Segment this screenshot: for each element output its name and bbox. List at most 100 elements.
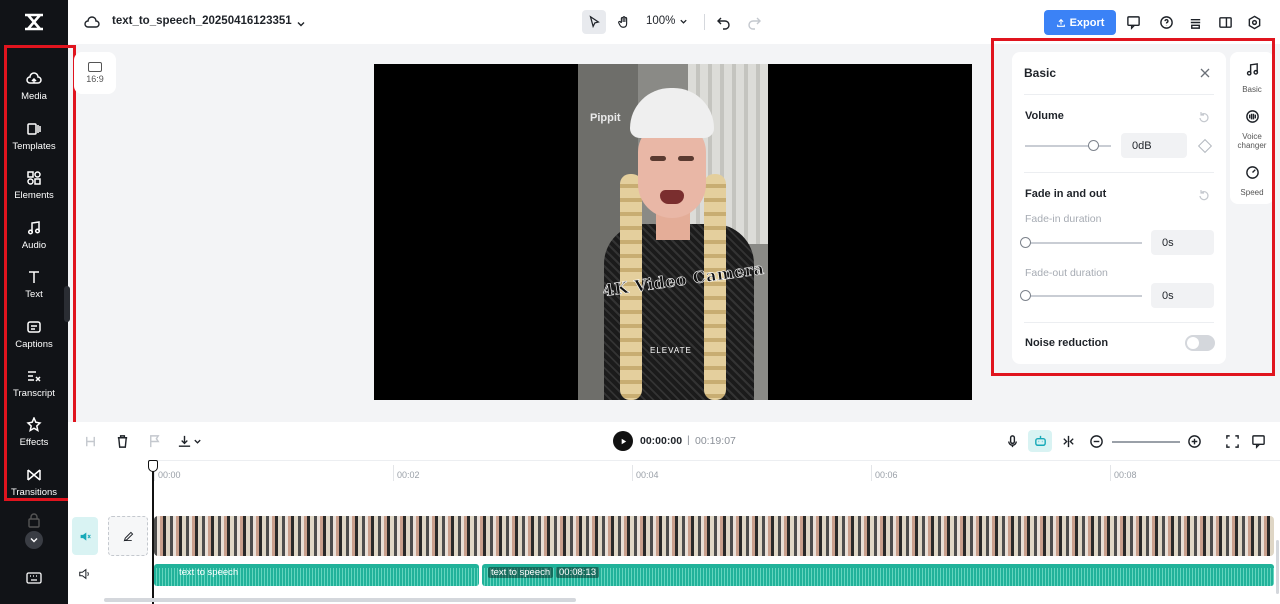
export-label: Export [1069, 16, 1105, 29]
sidebar-item-label: Elements [14, 190, 54, 201]
sidebar-item-audio[interactable]: Audio [4, 213, 64, 257]
fade-in-slider-thumb[interactable] [1020, 237, 1031, 248]
microphone-icon[interactable] [1004, 433, 1020, 449]
chevron-down-icon[interactable] [192, 433, 202, 449]
play-button[interactable] [613, 431, 633, 451]
cloud-upload-icon [25, 70, 43, 88]
tab-speed[interactable]: Speed [1230, 165, 1274, 197]
capcut-logo-icon[interactable] [22, 10, 46, 34]
fit-timeline-icon[interactable] [1224, 433, 1240, 449]
top-bar: text_to_speech_20250416123351 100% Expor… [68, 0, 1280, 44]
sidebar-item-text[interactable]: Text [4, 262, 64, 306]
ruler-label: 00:08 [1114, 470, 1137, 480]
sidebar-item-label: Text [25, 289, 43, 300]
audio-clip-duration: 00:08:13 [556, 567, 599, 578]
sidebar-item-label: Transcript [13, 388, 55, 399]
sidebar-item-elements[interactable]: Elements [4, 163, 64, 207]
pointer-tool-button[interactable] [582, 10, 606, 34]
audio-track-icon[interactable] [78, 567, 92, 581]
ai-robot-icon[interactable] [1028, 430, 1052, 452]
undo-icon[interactable] [716, 14, 732, 30]
panel-layout-icon[interactable] [1216, 13, 1234, 31]
timeline-zoom-slider[interactable] [1112, 441, 1180, 443]
captions-icon [25, 318, 43, 336]
audio-clip[interactable]: text to speech [154, 564, 479, 586]
settings-icon[interactable] [1245, 13, 1263, 31]
templates-icon [25, 120, 43, 138]
basic-audio-panel: Basic Volume 0dB Fade in and out Fade-in… [1012, 52, 1226, 364]
sidebar-collapse-handle[interactable] [64, 286, 70, 322]
chevron-down-icon[interactable] [25, 531, 43, 549]
playhead[interactable] [152, 460, 154, 604]
video-subject-braid [704, 174, 726, 400]
project-name[interactable]: text_to_speech_20250416123351 [112, 15, 292, 27]
delete-icon[interactable] [114, 433, 130, 449]
layers-icon[interactable] [1186, 13, 1204, 31]
video-preview[interactable]: Pippit 4K Video Camera ELEVATE [578, 64, 768, 400]
play-icon [621, 438, 626, 444]
tab-label: Voice changer [1237, 132, 1267, 150]
fade-out-slider-thumb[interactable] [1020, 290, 1031, 301]
cloud-icon[interactable] [84, 14, 100, 30]
marker-icon[interactable] [146, 433, 162, 449]
keyboard-icon[interactable] [26, 571, 42, 585]
split-icon[interactable] [82, 433, 98, 449]
sidebar-item-transcript[interactable]: Transcript [4, 361, 64, 405]
volume-slider-thumb[interactable] [1088, 140, 1100, 151]
noise-reduction-toggle[interactable] [1185, 335, 1215, 351]
panel-title: Basic [1024, 66, 1057, 80]
share-review-icon[interactable] [1124, 13, 1142, 31]
audio-clip[interactable]: text to speech 00:08:13 [482, 564, 1274, 586]
ruler-label: 00:06 [875, 470, 898, 480]
export-button[interactable]: Export [1044, 10, 1116, 35]
property-tabs: Basic Voice changer Speed [1230, 52, 1274, 204]
timeline-toolbar: 00:00:00 | 00:19:07 [68, 422, 1280, 460]
zoom-out-icon[interactable] [1088, 433, 1104, 449]
divider [704, 14, 705, 30]
fade-in-slider[interactable] [1025, 242, 1142, 244]
redo-icon[interactable] [746, 14, 762, 30]
zoom-select[interactable]: 100% [646, 15, 688, 27]
current-time: 00:00:00 [640, 435, 683, 447]
sidebar-item-label: Transitions [10, 487, 58, 498]
tab-voice-changer[interactable]: Voice changer [1230, 109, 1274, 150]
volume-value-input[interactable]: 0dB [1121, 133, 1187, 158]
sidebar-item-effects[interactable]: Effects [4, 410, 64, 454]
speed-icon [1245, 165, 1260, 185]
playhead-handle[interactable] [148, 460, 158, 472]
keyframe-icon[interactable] [1197, 138, 1213, 154]
close-icon[interactable] [1198, 66, 1212, 80]
aspect-ratio-button[interactable]: 16:9 [74, 52, 116, 94]
split-audio-icon[interactable] [1060, 433, 1076, 449]
sidebar-item-templates[interactable]: Templates [4, 114, 64, 158]
vertical-scrollbar[interactable] [1276, 540, 1279, 594]
fade-out-value-input[interactable]: 0s [1151, 283, 1214, 308]
mute-track-button[interactable] [72, 517, 98, 555]
lock-icon[interactable] [26, 512, 42, 528]
tab-basic[interactable]: Basic [1230, 62, 1274, 94]
toggle-knob [1187, 337, 1199, 349]
sidebar-item-media[interactable]: Media [4, 64, 64, 108]
cover-edit-button[interactable] [108, 516, 148, 556]
help-icon[interactable] [1157, 13, 1175, 31]
comment-icon[interactable] [1250, 433, 1266, 449]
horizontal-scrollbar[interactable] [104, 598, 576, 602]
download-icon[interactable] [176, 433, 192, 449]
transcript-icon [25, 367, 43, 385]
effects-icon [25, 416, 43, 434]
zoom-in-icon[interactable] [1186, 433, 1202, 449]
sidebar-item-captions[interactable]: Captions [4, 312, 64, 356]
hand-tool-button[interactable] [612, 10, 636, 34]
video-subject-mouth [660, 190, 684, 204]
sidebar-item-transitions[interactable]: Transitions [4, 460, 64, 504]
divider [1024, 322, 1214, 323]
audio-clip-label: text to speech [488, 567, 554, 578]
chevron-down-icon[interactable] [296, 16, 306, 27]
fade-out-slider[interactable] [1025, 295, 1142, 297]
video-clip[interactable] [154, 516, 1274, 556]
reset-icon[interactable] [1198, 188, 1210, 201]
timeline-ruler[interactable]: 00:00 00:02 00:04 00:06 00:08 [154, 460, 1280, 484]
reset-icon[interactable] [1198, 110, 1210, 123]
fade-in-value-input[interactable]: 0s [1151, 230, 1214, 255]
ruler-label: 00:00 [158, 470, 181, 480]
